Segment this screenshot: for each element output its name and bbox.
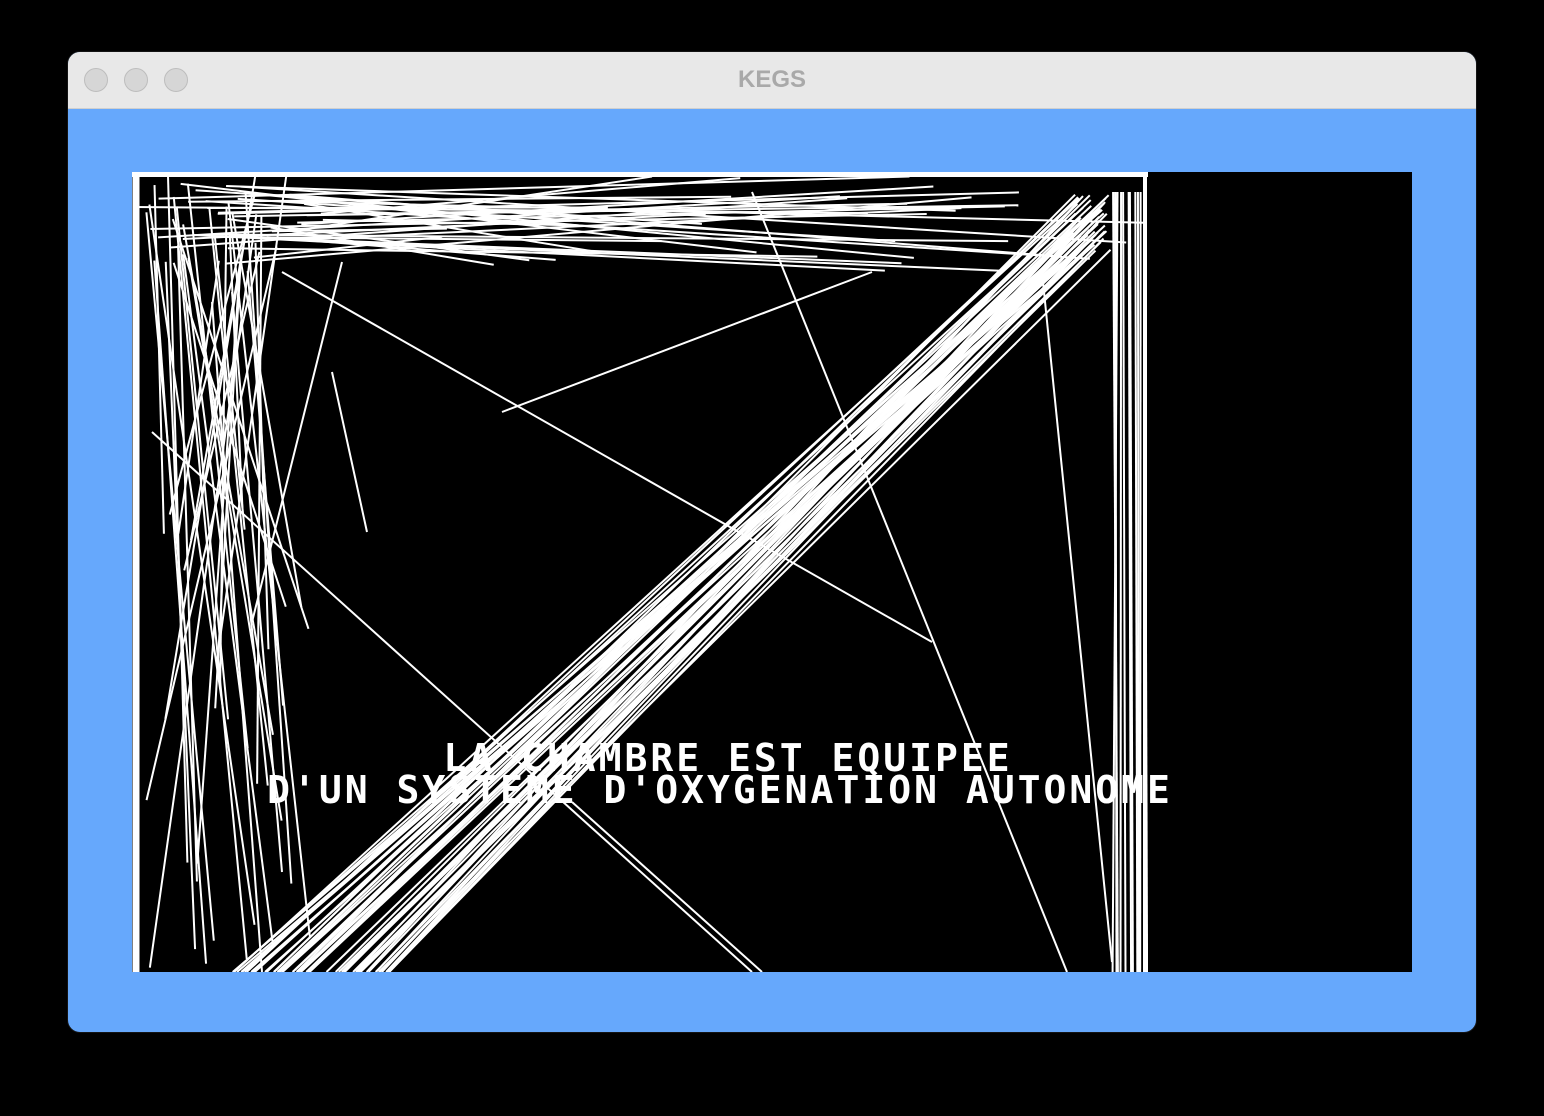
emulator-screen[interactable]: LA CHAMBRE EST EQUIPEE D'UN SYSTEME D'OX… xyxy=(132,172,1412,972)
emulator-window: KEGS LA CHAMBRE EST EQUIPEE D'UN SYSTEME… xyxy=(68,52,1476,1032)
vector-graphics xyxy=(132,172,1412,972)
window-title: KEGS xyxy=(737,66,806,93)
caption-line-2: D'UN SYSTEME D'OXYGENATION AUTONOME xyxy=(267,768,1173,812)
title-bar[interactable]: KEGS xyxy=(68,52,1476,109)
